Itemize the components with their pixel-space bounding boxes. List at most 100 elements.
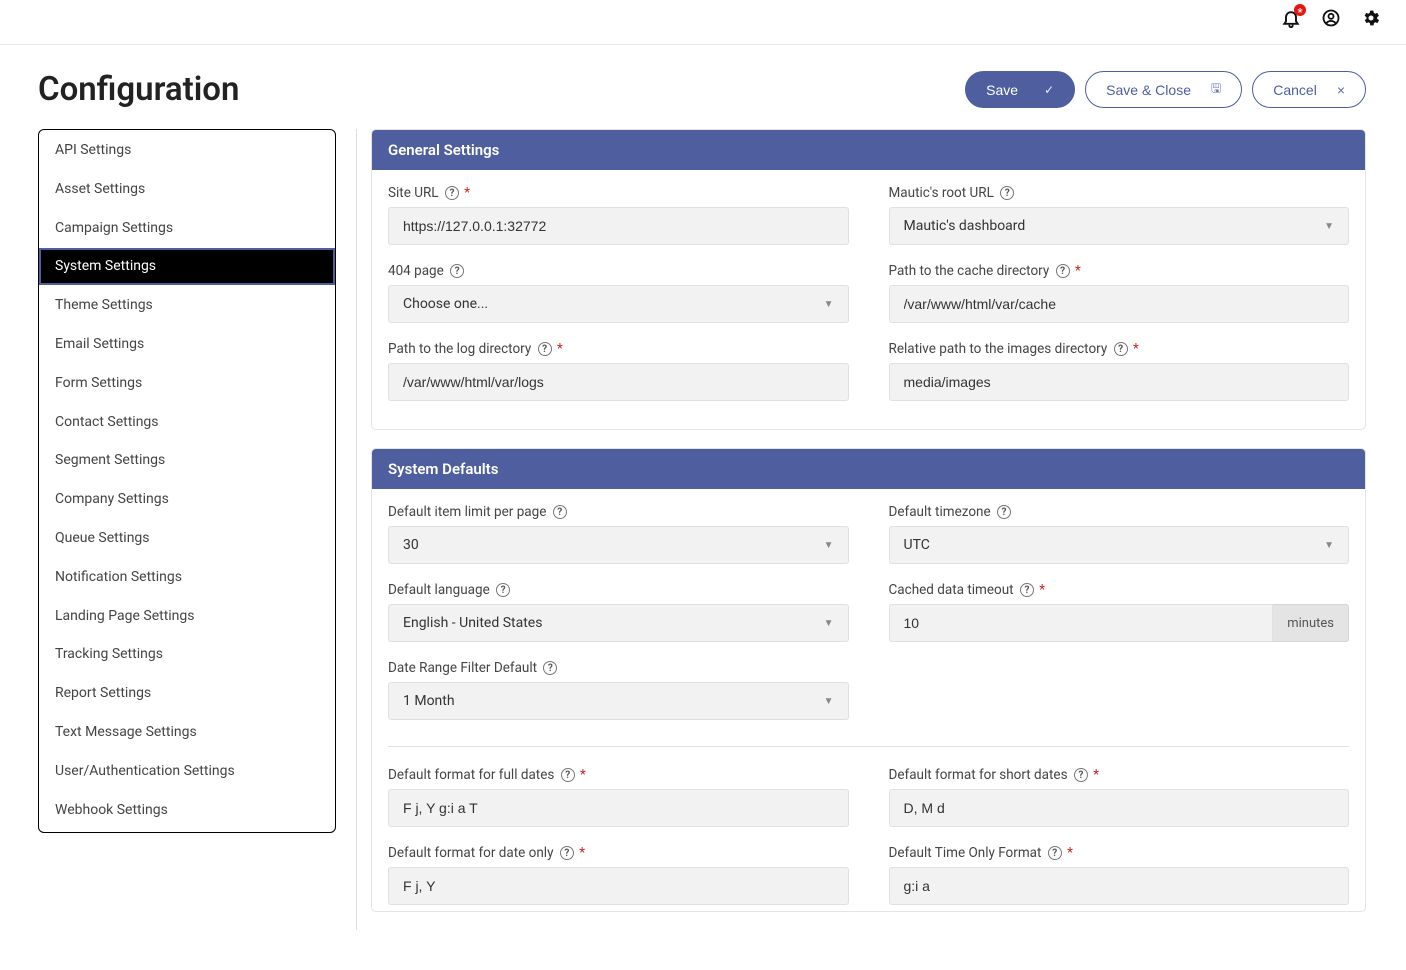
page-404-value: Choose one... — [403, 296, 488, 312]
help-icon[interactable] — [1020, 583, 1034, 597]
separator — [388, 746, 1349, 747]
sidebar-item[interactable]: Landing Page Settings — [39, 598, 335, 635]
required-marker: * — [557, 341, 563, 357]
sidebar-item[interactable]: Webhook Settings — [39, 792, 335, 833]
short-date-input[interactable] — [889, 789, 1350, 827]
sidebar-item[interactable]: Report Settings — [39, 675, 335, 712]
settings-sidebar: API SettingsAsset SettingsCampaign Setti… — [38, 129, 336, 833]
sidebar-item[interactable]: Notification Settings — [39, 559, 335, 596]
required-marker: * — [1133, 341, 1139, 357]
cache-dir-label: Path to the cache directory * — [889, 263, 1350, 279]
language-select[interactable]: English - United States ▼ — [388, 604, 849, 642]
root-url-label: Mautic's root URL — [889, 185, 1350, 201]
save-close-button[interactable]: Save & Close 🖫 — [1085, 71, 1242, 108]
timezone-label: Default timezone — [889, 504, 1350, 520]
chevron-down-icon: ▼ — [824, 540, 834, 551]
gear-icon[interactable] — [1361, 8, 1381, 32]
content: API SettingsAsset SettingsCampaign Setti… — [0, 129, 1406, 970]
chevron-down-icon: ▼ — [824, 299, 834, 310]
help-icon[interactable] — [1056, 264, 1070, 278]
cache-timeout-unit: minutes — [1273, 604, 1349, 642]
vertical-divider — [356, 129, 357, 930]
time-only-input[interactable] — [889, 867, 1350, 905]
full-date-label: Default format for full dates * — [388, 767, 849, 783]
cancel-button[interactable]: Cancel × — [1252, 71, 1366, 108]
page-title: Configuration — [38, 70, 239, 109]
timezone-select[interactable]: UTC ▼ — [889, 526, 1350, 564]
panel-header-defaults: System Defaults — [372, 449, 1365, 489]
required-marker: * — [1075, 263, 1081, 279]
disk-icon: 🖫 — [1211, 79, 1221, 100]
required-marker: * — [464, 185, 470, 201]
log-dir-label: Path to the log directory * — [388, 341, 849, 357]
page-header: Configuration Save ✓ Save & Close 🖫 Canc… — [0, 45, 1406, 129]
sidebar-item[interactable]: API Settings — [39, 130, 335, 169]
sidebar-item[interactable]: Queue Settings — [39, 520, 335, 557]
sidebar-item[interactable]: Campaign Settings — [39, 210, 335, 247]
help-icon[interactable] — [543, 661, 557, 675]
help-icon[interactable] — [561, 768, 575, 782]
full-date-input[interactable] — [388, 789, 849, 827]
chevron-down-icon: ▼ — [1324, 540, 1334, 551]
cache-timeout-label: Cached data timeout * — [889, 582, 1350, 598]
sidebar-item[interactable]: User/Authentication Settings — [39, 753, 335, 790]
sidebar-item[interactable]: Segment Settings — [39, 442, 335, 479]
site-url-input[interactable] — [388, 207, 849, 245]
chevron-down-icon: ▼ — [824, 618, 834, 629]
required-marker: * — [579, 845, 585, 861]
cache-dir-input[interactable] — [889, 285, 1350, 323]
chevron-down-icon: ▼ — [1324, 221, 1334, 232]
panel-system-defaults: System Defaults Default item limit per p… — [371, 448, 1366, 912]
help-icon[interactable] — [450, 264, 464, 278]
page-404-select[interactable]: Choose one... ▼ — [388, 285, 849, 323]
help-icon[interactable] — [560, 846, 574, 860]
help-icon[interactable] — [496, 583, 510, 597]
date-range-select[interactable]: 1 Month ▼ — [388, 682, 849, 720]
required-marker: * — [580, 767, 586, 783]
root-url-select[interactable]: Mautic's dashboard ▼ — [889, 207, 1350, 245]
site-url-label: Site URL * — [388, 185, 849, 201]
sidebar-item[interactable]: Tracking Settings — [39, 636, 335, 673]
sidebar-item[interactable]: Email Settings — [39, 326, 335, 363]
check-icon: ✓ — [1044, 83, 1054, 97]
panel-general-settings: General Settings Site URL * — [371, 129, 1366, 430]
item-limit-label: Default item limit per page — [388, 504, 849, 520]
images-dir-input[interactable] — [889, 363, 1350, 401]
action-buttons: Save ✓ Save & Close 🖫 Cancel × — [965, 71, 1366, 108]
help-icon[interactable] — [553, 505, 567, 519]
item-limit-select[interactable]: 30 ▼ — [388, 526, 849, 564]
required-marker: * — [1067, 845, 1073, 861]
page-404-label: 404 page — [388, 263, 849, 279]
cancel-label: Cancel — [1273, 82, 1317, 98]
help-icon[interactable] — [538, 342, 552, 356]
help-icon[interactable] — [997, 505, 1011, 519]
topbar — [0, 0, 1406, 45]
sidebar-item[interactable]: Asset Settings — [39, 171, 335, 208]
close-icon: × — [1337, 82, 1345, 98]
short-date-label: Default format for short dates * — [889, 767, 1350, 783]
chevron-down-icon: ▼ — [824, 696, 834, 707]
panel-header-general: General Settings — [372, 130, 1365, 170]
help-icon[interactable] — [1000, 186, 1014, 200]
sidebar-item[interactable]: Company Settings — [39, 481, 335, 518]
date-only-input[interactable] — [388, 867, 849, 905]
time-only-label: Default Time Only Format * — [889, 845, 1350, 861]
required-marker: * — [1039, 582, 1045, 598]
required-marker: * — [1093, 767, 1099, 783]
sidebar-item[interactable]: System Settings — [39, 248, 335, 285]
sidebar-item[interactable]: Theme Settings — [39, 287, 335, 324]
help-icon[interactable] — [1048, 846, 1062, 860]
help-icon[interactable] — [1114, 342, 1128, 356]
log-dir-input[interactable] — [388, 363, 849, 401]
sidebar-item[interactable]: Contact Settings — [39, 404, 335, 441]
help-icon[interactable] — [445, 186, 459, 200]
main-area: General Settings Site URL * — [371, 129, 1366, 930]
notification-icon[interactable] — [1281, 8, 1301, 32]
save-button[interactable]: Save ✓ — [965, 71, 1075, 108]
sidebar-item[interactable]: Text Message Settings — [39, 714, 335, 751]
cache-timeout-input[interactable] — [889, 604, 1274, 642]
root-url-value: Mautic's dashboard — [904, 218, 1026, 234]
sidebar-item[interactable]: Form Settings — [39, 365, 335, 402]
user-icon[interactable] — [1321, 8, 1341, 32]
help-icon[interactable] — [1074, 768, 1088, 782]
